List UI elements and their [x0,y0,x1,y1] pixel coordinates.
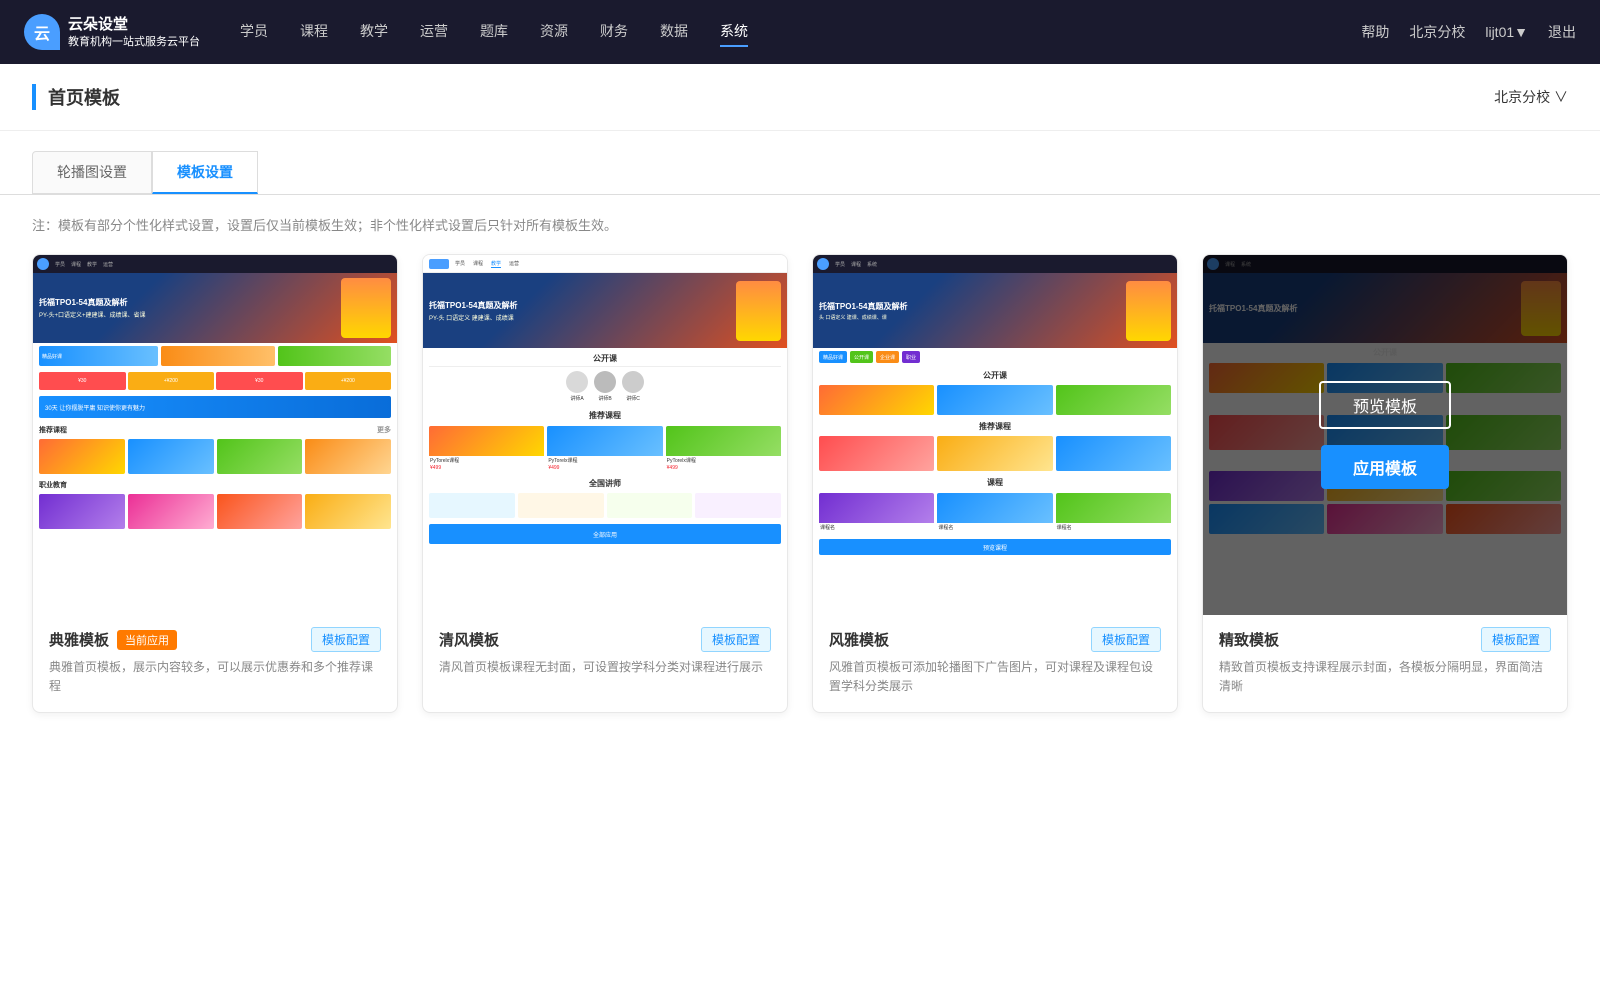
template-name-row-2: 清风模板 模板配置 [439,627,771,652]
template-name-4: 精致模板 [1219,629,1279,650]
template-card-jingzhi: 课程 系统 托福TPO1-54真题及解析 公开课 [1202,254,1568,713]
mock-hero: 托福TPO1-54真题及解析 PY-头+口语定义+建建课、成绩课、省课 [33,273,397,343]
mock-rec-cards [33,437,397,476]
template-name-row-4: 精致模板 模板配置 [1219,627,1551,652]
template-desc-jingzhi: 精致首页模板支持课程展示封面，各模板分隔明显，界面简洁清晰 [1219,658,1551,696]
nav-right: 帮助 北京分校 lijt01▼ 退出 [1361,22,1576,42]
page-title: 首页模板 [32,84,120,110]
mock-hero-left: 托福TPO1-54真题及解析 PY-头+口语定义+建建课、成绩课、省课 [39,297,333,319]
btn-config-dianyan[interactable]: 模板配置 [311,627,381,652]
logo-text: 云朵设堂 教育机构一站式服务云平台 [68,14,200,50]
template-preview-dianyan[interactable]: 学员 课程 教学 运营 托福TPO1-54真题及解析 PY-头+口语定义+建建课… [33,255,397,615]
nav-school[interactable]: 北京分校 [1409,22,1465,42]
mock-nav2: 学员 课程 教学 运营 [423,255,787,273]
school-selector[interactable]: 北京分校 ∨ [1494,87,1568,107]
btn-apply-jingzhi[interactable]: 应用模板 [1321,445,1449,489]
brand-name: 云朵设堂 [68,14,200,35]
template-name: 典雅模板 [49,629,109,650]
template-card-qingfeng: 学员 课程 教学 运营 托福TPO1-54真题及解析 PY-头 口语定义 建建课… [422,254,788,713]
btn-config-qingfeng[interactable]: 模板配置 [701,627,771,652]
template-name-3: 风雅模板 [829,629,889,650]
template-card-fengya: 学员 课程 系统 托福TPO1-54真题及解析 头 口语定义 建课、成绩课、课 [812,254,1178,713]
template-footer-qingfeng: 清风模板 模板配置 清风首页模板课程无封面，可设置按学科分类对课程进行展示 [423,615,787,693]
tab-template[interactable]: 模板设置 [152,151,258,194]
template-footer-dianyan: 典雅模板 当前应用 模板配置 典雅首页模板，展示内容较多，可以展示优惠券和多个推… [33,615,397,712]
template-name-row: 典雅模板 当前应用 模板配置 [49,627,381,652]
template-name-2: 清风模板 [439,629,499,650]
top-navigation: 云 云朵设堂 教育机构一站式服务云平台 学员 课程 教学 运营 题库 资源 财务… [0,0,1600,64]
logo: 云 云朵设堂 教育机构一站式服务云平台 [24,14,200,50]
tab-bar: 轮播图设置 模板设置 [0,131,1600,195]
mock-vouchers: ¥30 +¥200 ¥30 +¥200 [33,369,397,393]
mock-tags: 精品好课 公开课 企业课 职业 [813,348,1177,366]
template-preview-qingfeng[interactable]: 学员 课程 教学 运营 托福TPO1-54真题及解析 PY-头 口语定义 建建课… [423,255,787,615]
template-desc-fengya: 风雅首页模板可添加轮播图下广告图片，可对课程及课程包设置学科分类展示 [829,658,1161,696]
mock-nav: 学员 课程 教学 运营 [55,261,113,268]
template-preview-fengya[interactable]: 学员 课程 系统 托福TPO1-54真题及解析 头 口语定义 建课、成绩课、课 [813,255,1177,615]
nav-help[interactable]: 帮助 [1361,22,1389,42]
template-card-dianyan: 学员 课程 教学 运营 托福TPO1-54真题及解析 PY-头+口语定义+建建课… [32,254,398,713]
template-footer-jingzhi: 精致模板 模板配置 精致首页模板支持课程展示封面，各模板分隔明显，界面简洁清晰 [1203,615,1567,712]
btn-preview-jingzhi[interactable]: 预览模板 [1319,381,1451,429]
main-content: 首页模板 北京分校 ∨ 轮播图设置 模板设置 注：模板有部分个性化样式设置，设置… [0,64,1600,990]
mock-nav3: 学员 课程 系统 [813,255,1177,273]
template-desc-qingfeng: 清风首页模板课程无封面，可设置按学科分类对课程进行展示 [439,658,771,677]
nav-item-courses[interactable]: 课程 [300,17,328,47]
tag-current: 当前应用 [117,630,177,650]
btn-config-jingzhi[interactable]: 模板配置 [1481,627,1551,652]
template-name-row-3: 风雅模板 模板配置 [829,627,1161,652]
templates-grid: 学员 课程 教学 运营 托福TPO1-54真题及解析 PY-头+口语定义+建建课… [0,254,1600,753]
mock-cards-qingfeng: PyTorelx课程 ¥499 PyTorelx课程 ¥499 PyTorelx… [423,423,787,474]
nav-item-system[interactable]: 系统 [720,17,748,47]
mock-promo: 30天 让你摆脱平庸 知识使你更有魅力 [39,396,391,418]
template-overlay-jingzhi: 预览模板 应用模板 [1203,255,1567,615]
nav-item-teaching[interactable]: 教学 [360,17,388,47]
template-footer-fengya: 风雅模板 模板配置 风雅首页模板可添加轮播图下广告图片，可对课程及课程包设置学科… [813,615,1177,712]
mock-job-cards [33,492,397,531]
nav-item-operations[interactable]: 运营 [420,17,448,47]
mock-hero-img [341,278,391,338]
template-desc-dianyan: 典雅首页模板，展示内容较多，可以展示优惠券和多个推荐课程 [49,658,381,696]
nav-item-questions[interactable]: 题库 [480,17,508,47]
logo-icon: 云 [24,14,60,50]
template-preview-jingzhi[interactable]: 课程 系统 托福TPO1-54真题及解析 公开课 [1203,255,1567,615]
btn-config-fengya[interactable]: 模板配置 [1091,627,1161,652]
page-header: 首页模板 北京分校 ∨ [0,64,1600,131]
nav-logout[interactable]: 退出 [1548,22,1576,42]
nav-menu: 学员 课程 教学 运营 题库 资源 财务 数据 系统 [240,17,1361,47]
mock-logo [37,258,49,270]
notice-text: 注：模板有部分个性化样式设置，设置后仅当前模板生效；非个性化样式设置后只针对所有… [0,195,1600,254]
nav-item-students[interactable]: 学员 [240,17,268,47]
nav-item-finance[interactable]: 财务 [600,17,628,47]
nav-user[interactable]: lijt01▼ [1485,24,1528,40]
tab-carousel[interactable]: 轮播图设置 [32,151,152,194]
mock-teachers: 讲师A 讲师B 讲师C [423,367,787,406]
nav-item-data[interactable]: 数据 [660,17,688,47]
mock-section-recommend: 推荐课程更多 [33,421,397,437]
nav-item-resources[interactable]: 资源 [540,17,568,47]
brand-subtitle: 教育机构一站式服务云平台 [68,35,200,50]
